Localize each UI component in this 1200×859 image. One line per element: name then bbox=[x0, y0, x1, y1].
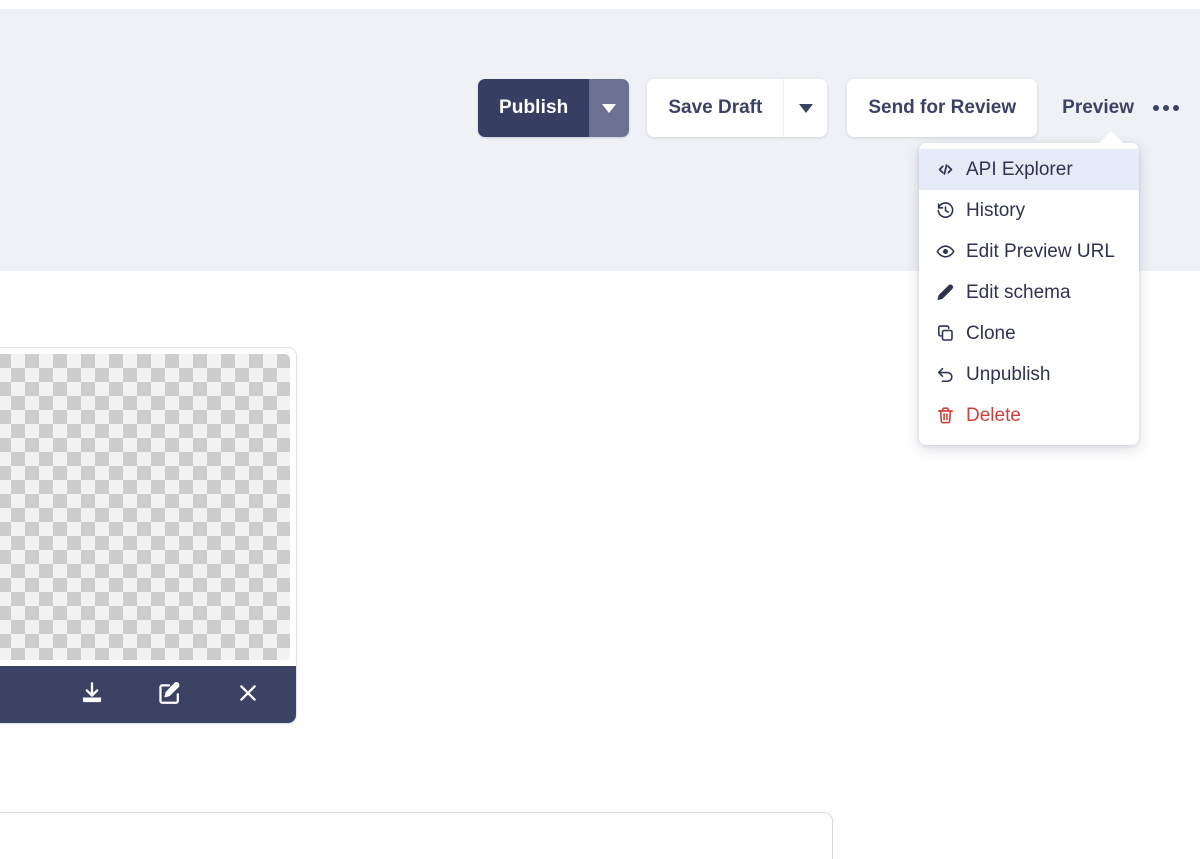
media-asset-card bbox=[0, 347, 297, 724]
pencil-icon bbox=[935, 283, 955, 303]
edit-square-icon bbox=[157, 680, 183, 709]
menu-item-edit-preview-url[interactable]: Edit Preview URL bbox=[919, 231, 1139, 272]
document-action-bar: Publish Save Draft Send for Review Previ… bbox=[478, 78, 1183, 138]
code-icon bbox=[935, 160, 955, 180]
more-options-menu: API Explorer History Edit Preview URL Ed… bbox=[919, 143, 1139, 445]
ellipsis-horizontal-icon bbox=[1172, 105, 1179, 111]
publish-dropdown-toggle[interactable] bbox=[589, 79, 630, 137]
remove-button[interactable] bbox=[232, 679, 264, 711]
menu-item-history[interactable]: History bbox=[919, 190, 1139, 231]
menu-item-unpublish[interactable]: Unpublish bbox=[919, 354, 1139, 395]
menu-item-delete[interactable]: Delete bbox=[919, 395, 1139, 436]
eye-icon bbox=[935, 242, 955, 262]
menu-item-label: Edit Preview URL bbox=[966, 240, 1115, 262]
media-thumbnail bbox=[0, 354, 290, 660]
media-action-toolbar bbox=[0, 666, 296, 723]
publish-split-button: Publish bbox=[478, 79, 630, 137]
chevron-down-icon bbox=[798, 103, 813, 113]
more-options-button[interactable] bbox=[1149, 88, 1183, 128]
chevron-down-icon bbox=[602, 103, 617, 113]
download-button[interactable] bbox=[76, 679, 108, 711]
menu-item-label: Unpublish bbox=[966, 363, 1051, 385]
close-x-icon bbox=[236, 681, 260, 708]
menu-item-edit-schema[interactable]: Edit schema bbox=[919, 272, 1139, 313]
menu-item-clone[interactable]: Clone bbox=[919, 313, 1139, 354]
ellipsis-horizontal-icon bbox=[1152, 105, 1159, 111]
edit-button[interactable] bbox=[154, 679, 186, 711]
history-clock-icon bbox=[935, 201, 955, 221]
app-screen: Publish Save Draft Send for Review Previ… bbox=[0, 0, 1200, 859]
undo-arrow-icon bbox=[935, 365, 955, 385]
menu-item-label: Delete bbox=[966, 404, 1021, 426]
dropdown-caret bbox=[1098, 131, 1124, 144]
trash-icon bbox=[935, 406, 955, 426]
save-draft-split-button: Save Draft bbox=[647, 79, 828, 137]
download-icon bbox=[79, 680, 105, 709]
copy-icon bbox=[935, 324, 955, 344]
menu-item-label: History bbox=[966, 199, 1026, 221]
top-gap-strip bbox=[0, 0, 1200, 9]
save-draft-dropdown-toggle[interactable] bbox=[783, 79, 827, 137]
save-draft-button[interactable]: Save Draft bbox=[647, 79, 783, 137]
preview-button[interactable]: Preview bbox=[1049, 79, 1147, 137]
menu-item-api-explorer[interactable]: API Explorer bbox=[919, 149, 1139, 190]
send-for-review-button[interactable]: Send for Review bbox=[847, 79, 1038, 137]
menu-item-label: Clone bbox=[966, 322, 1016, 344]
publish-button[interactable]: Publish bbox=[478, 79, 590, 137]
menu-item-label: Edit schema bbox=[966, 281, 1071, 303]
menu-item-label: API Explorer bbox=[966, 158, 1073, 180]
bottom-input-field[interactable] bbox=[0, 812, 833, 859]
ellipsis-horizontal-icon bbox=[1162, 105, 1169, 111]
